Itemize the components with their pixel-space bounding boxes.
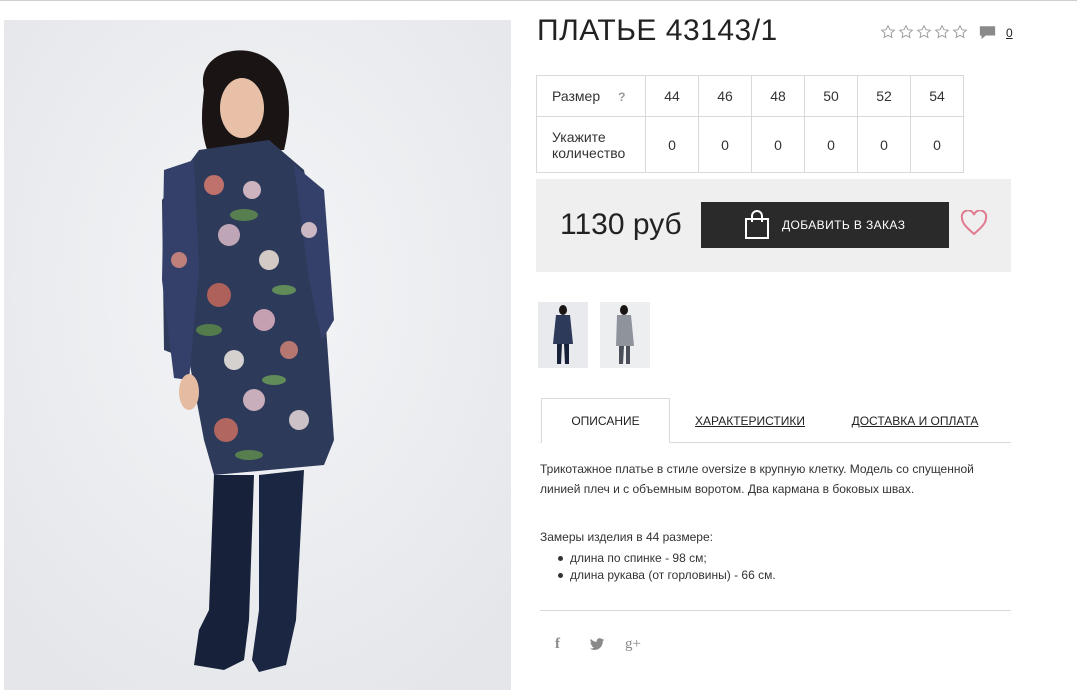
- measurement-item: длина по спинке - 98 см;: [556, 550, 776, 567]
- size-table: Размер? 44 46 48 50 52 54 Укажите количес…: [536, 75, 964, 173]
- shopping-bag-icon: [745, 210, 769, 239]
- size-option[interactable]: 48: [751, 75, 805, 117]
- comments-link[interactable]: 0: [979, 25, 1013, 41]
- add-to-order-label: ДОБАВИТЬ В ЗАКАЗ: [782, 218, 906, 232]
- product-title: ПЛАТЬЕ 43143/1: [537, 14, 778, 47]
- quantity-input[interactable]: 0: [857, 116, 911, 173]
- tab-delivery-payment[interactable]: ДОСТАВКА И ОПЛАТА: [850, 398, 980, 443]
- rating-stars[interactable]: [880, 24, 968, 40]
- size-option[interactable]: 50: [804, 75, 858, 117]
- quantity-input[interactable]: 0: [645, 116, 699, 173]
- quantity-input[interactable]: 0: [910, 116, 964, 173]
- size-option[interactable]: 44: [645, 75, 699, 117]
- tab-description[interactable]: ОПИСАНИЕ: [541, 398, 670, 443]
- quantity-input[interactable]: 0: [804, 116, 858, 173]
- top-divider: [0, 0, 1077, 1]
- comment-count[interactable]: 0: [1006, 26, 1013, 40]
- quantity-label: Укажите количество: [536, 116, 646, 173]
- quantity-label-line2: количество: [552, 144, 626, 161]
- measurements-title: Замеры изделия в 44 размере:: [540, 530, 713, 544]
- measurements-list: длина по спинке - 98 см; длина рукава (о…: [556, 550, 776, 584]
- thumbnail-side[interactable]: [600, 302, 650, 368]
- star-outline-icon[interactable]: [934, 24, 950, 40]
- quantity-input[interactable]: 0: [698, 116, 752, 173]
- product-description: Трикотажное платье в стиле oversize в кр…: [540, 462, 974, 496]
- size-help-icon[interactable]: ?: [618, 90, 625, 104]
- facebook-icon[interactable]: f: [555, 636, 560, 652]
- thumbnail-front[interactable]: [538, 302, 588, 368]
- size-option[interactable]: 54: [910, 75, 964, 117]
- heart-icon[interactable]: [960, 210, 988, 236]
- quantity-input[interactable]: 0: [751, 116, 805, 173]
- size-option[interactable]: 46: [698, 75, 752, 117]
- star-outline-icon[interactable]: [880, 24, 896, 40]
- quantity-label-line1: Укажите: [552, 128, 606, 145]
- size-label: Размер: [552, 87, 601, 104]
- size-label-cell: Размер?: [536, 75, 646, 117]
- star-outline-icon[interactable]: [898, 24, 914, 40]
- google-plus-icon[interactable]: g+: [625, 636, 641, 652]
- twitter-icon[interactable]: [589, 636, 605, 652]
- add-to-order-button[interactable]: ДОБАВИТЬ В ЗАКАЗ: [701, 202, 949, 248]
- comment-icon: [979, 26, 996, 39]
- price-panel: 1130 руб ДОБАВИТЬ В ЗАКАЗ: [536, 179, 1011, 272]
- star-outline-icon[interactable]: [916, 24, 932, 40]
- tab-characteristics[interactable]: ХАРАКТЕРИСТИКИ: [690, 398, 810, 443]
- bottom-divider: [540, 610, 1011, 611]
- size-option[interactable]: 52: [857, 75, 911, 117]
- star-outline-icon[interactable]: [952, 24, 968, 40]
- product-price: 1130 руб: [560, 208, 682, 241]
- product-main-photo[interactable]: [4, 20, 511, 690]
- measurement-item: длина рукава (от горловины) - 66 см.: [556, 567, 776, 584]
